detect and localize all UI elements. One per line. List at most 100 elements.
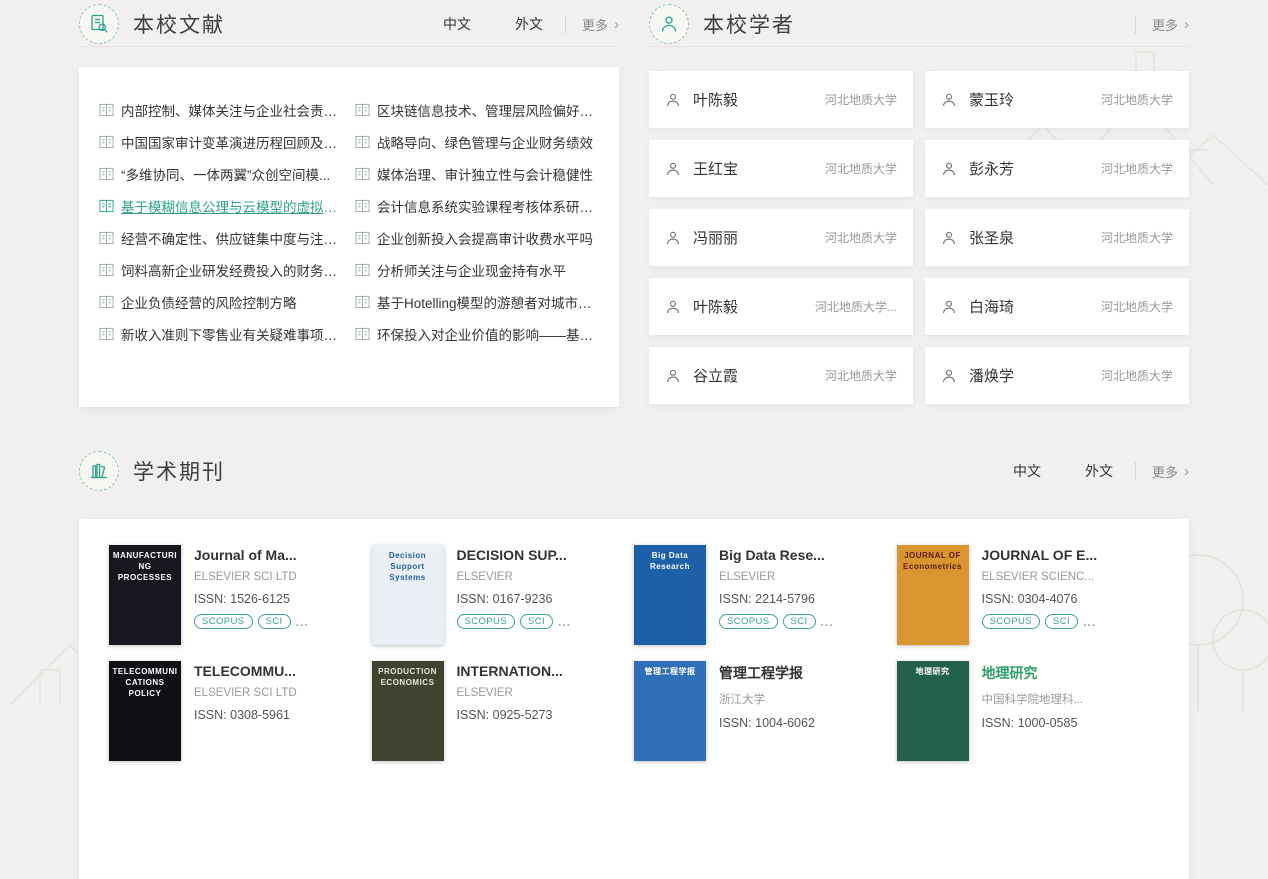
journal-title[interactable]: JOURNAL OF E... — [982, 547, 1098, 563]
scholar-name: 白海琦 — [969, 296, 1014, 317]
journal-cover-title: 管理工程学报 — [642, 661, 699, 684]
person-icon — [941, 161, 957, 177]
person-icon — [665, 230, 681, 246]
literature-item[interactable]: 环保投入对企业价值的影响——基于... — [355, 318, 599, 350]
literature-item[interactable]: 媒体治理、审计独立性与会计稳健性 — [355, 158, 599, 190]
scholar-card[interactable]: 白海琦河北地质大学 — [925, 278, 1189, 335]
literature-item[interactable]: 新收入准则下零售业有关疑难事项会... — [99, 318, 343, 350]
journals-header: 学术期刊 中文 外文 更多 › — [79, 449, 1189, 493]
journal-cover[interactable]: Big Data Research — [634, 545, 706, 645]
journal-cover[interactable]: TELECOMMUNICATIONS POLICY — [109, 661, 181, 761]
literature-item-title: 中国国家审计变革演进历程回顾及启示 — [121, 132, 343, 152]
literature-item-title: 基于Hotelling模型的游憩者对城市公... — [377, 292, 599, 312]
scholars-section-icon — [649, 4, 689, 44]
journal-item[interactable]: JOURNAL OF Econometrics JOURNAL OF E...E… — [897, 545, 1160, 645]
journal-item[interactable]: Decision Support Systems DECISION SUP...… — [372, 545, 635, 645]
scholars-actions: 更多 › — [1113, 15, 1189, 34]
scholar-org: 河北地质大学 — [825, 367, 897, 384]
literature-more-link[interactable]: 更多 › — [565, 15, 619, 34]
scholar-name: 叶陈毅 — [693, 89, 738, 110]
scholar-org: 河北地质大学 — [1101, 160, 1173, 177]
document-icon — [99, 295, 114, 309]
scholar-card[interactable]: 王红宝河北地质大学 — [649, 140, 913, 197]
person-icon — [665, 92, 681, 108]
literature-tab-foreign[interactable]: 外文 — [515, 14, 543, 34]
literature-item-title: 基于模糊信息公理与云模型的虚拟企... — [121, 196, 343, 216]
scholar-card[interactable]: 叶陈毅河北地质大学... — [649, 278, 913, 335]
literature-item[interactable]: 战略导向、绿色管理与企业财务绩效 — [355, 126, 599, 158]
person-icon — [941, 230, 957, 246]
journal-title[interactable]: 管理工程学报 — [719, 663, 815, 683]
literature-item-highlighted[interactable]: 基于模糊信息公理与云模型的虚拟企... — [99, 190, 343, 222]
journal-cover[interactable]: 管理工程学报 — [634, 661, 706, 761]
document-icon — [99, 103, 114, 117]
literature-item[interactable]: 基于Hotelling模型的游憩者对城市公... — [355, 286, 599, 318]
badge-sci: SCI — [783, 614, 816, 629]
scholar-card[interactable]: 叶陈毅河北地质大学 — [649, 71, 913, 128]
scholar-org: 河北地质大学... — [815, 298, 897, 315]
journal-title[interactable]: DECISION SUP... — [457, 547, 572, 563]
literature-item[interactable]: 分析师关注与企业现金持有水平 — [355, 254, 599, 286]
literature-item-title: 企业创新投入会提高审计收费水平吗 — [377, 228, 593, 248]
journals-more-link[interactable]: 更多 › — [1135, 462, 1189, 481]
scholar-card[interactable]: 张圣泉河北地质大学 — [925, 209, 1189, 266]
journal-publisher: 浙江大学 — [719, 691, 815, 707]
badge-scopus: SCOPUS — [194, 614, 253, 629]
scholar-name: 王红宝 — [693, 158, 738, 179]
document-icon — [99, 199, 114, 213]
literature-item[interactable]: 中国国家审计变革演进历程回顾及启示 — [99, 126, 343, 158]
journal-issn: ISSN: 0308-5961 — [194, 708, 297, 722]
literature-item-title: 战略导向、绿色管理与企业财务绩效 — [377, 132, 593, 152]
journals-tab-foreign[interactable]: 外文 — [1085, 461, 1113, 481]
journal-cover[interactable]: PRODUCTION ECONOMICS — [372, 661, 444, 761]
person-icon — [941, 368, 957, 384]
literature-section-icon — [79, 4, 119, 44]
scholar-card[interactable]: 冯丽丽河北地质大学 — [649, 209, 913, 266]
literature-item[interactable]: 企业创新投入会提高审计收费水平吗 — [355, 222, 599, 254]
literature-header: 本校文献 中文 外文 更多 › — [79, 2, 619, 47]
literature-item[interactable]: 经营不确定性、供应链集中度与注册... — [99, 222, 343, 254]
journal-item[interactable]: TELECOMMUNICATIONS POLICY TELECOMMU...EL… — [109, 661, 372, 761]
journal-cover[interactable]: MANUFACTURING PROCESSES — [109, 545, 181, 645]
journal-publisher: ELSEVIER SCI LTD — [194, 571, 309, 583]
chevron-right-icon: › — [614, 17, 619, 32]
journal-item[interactable]: MANUFACTURING PROCESSES Journal of Ma...… — [109, 545, 372, 645]
literature-item-title: 饲料高新企业研发经费投入的财务核... — [121, 260, 343, 280]
journal-cover[interactable]: JOURNAL OF Econometrics — [897, 545, 969, 645]
journal-item[interactable]: 地理研究 地理研究中国科学院地理科...ISSN: 1000-0585 — [897, 661, 1160, 761]
literature-item[interactable]: “多维协同、一体两翼”众创空间模... — [99, 158, 343, 190]
literature-item[interactable]: 内部控制、媒体关注与企业社会责任... — [99, 94, 343, 126]
person-icon — [665, 299, 681, 315]
literature-item-title: 环保投入对企业价值的影响——基于... — [377, 324, 599, 344]
scholars-header: 本校学者 更多 › — [649, 2, 1189, 47]
journals-tab-chinese[interactable]: 中文 — [1013, 461, 1041, 481]
journal-issn: ISSN: 1000-0585 — [982, 716, 1084, 730]
journal-title[interactable]: TELECOMMU... — [194, 663, 297, 679]
journal-item[interactable]: PRODUCTION ECONOMICS INTERNATION...ELSEV… — [372, 661, 635, 761]
literature-item[interactable]: 区块链信息技术、管理层风险偏好与... — [355, 94, 599, 126]
journal-issn: ISSN: 0304-4076 — [982, 592, 1098, 606]
literature-item[interactable]: 饲料高新企业研发经费投入的财务核... — [99, 254, 343, 286]
scholar-card[interactable]: 谷立霞河北地质大学 — [649, 347, 913, 404]
literature-item[interactable]: 企业负债经营的风险控制方略 — [99, 286, 343, 318]
journal-cover[interactable]: 地理研究 — [897, 661, 969, 761]
literature-item-title: 经营不确定性、供应链集中度与注册... — [121, 228, 343, 248]
journal-title[interactable]: INTERNATION... — [457, 663, 563, 679]
scholars-grid: 叶陈毅河北地质大学 蒙玉玲河北地质大学 王红宝河北地质大学 彭永芳河北地质大学 … — [649, 71, 1189, 404]
journal-title[interactable]: 地理研究 — [982, 663, 1084, 683]
document-icon — [99, 327, 114, 341]
journal-item[interactable]: 管理工程学报 管理工程学报浙江大学ISSN: 1004-6062 — [634, 661, 897, 761]
literature-item[interactable]: 会计信息系统实验课程考核体系研究... — [355, 190, 599, 222]
scholar-card[interactable]: 蒙玉玲河北地质大学 — [925, 71, 1189, 128]
scholar-card[interactable]: 彭永芳河北地质大学 — [925, 140, 1189, 197]
journal-cover[interactable]: Decision Support Systems — [372, 545, 444, 645]
chevron-right-icon: › — [1184, 17, 1189, 32]
scholars-more-link[interactable]: 更多 › — [1135, 15, 1189, 34]
journals-tabs: 中文 外文 更多 › — [969, 461, 1189, 481]
scholar-card[interactable]: 潘焕学河北地质大学 — [925, 347, 1189, 404]
literature-tab-chinese[interactable]: 中文 — [443, 14, 471, 34]
journal-title[interactable]: Big Data Rese... — [719, 547, 834, 563]
journal-item[interactable]: Big Data Research Big Data Rese...ELSEVI… — [634, 545, 897, 645]
journal-title[interactable]: Journal of Ma... — [194, 547, 309, 563]
badges-ellipsis: ... — [296, 615, 309, 629]
